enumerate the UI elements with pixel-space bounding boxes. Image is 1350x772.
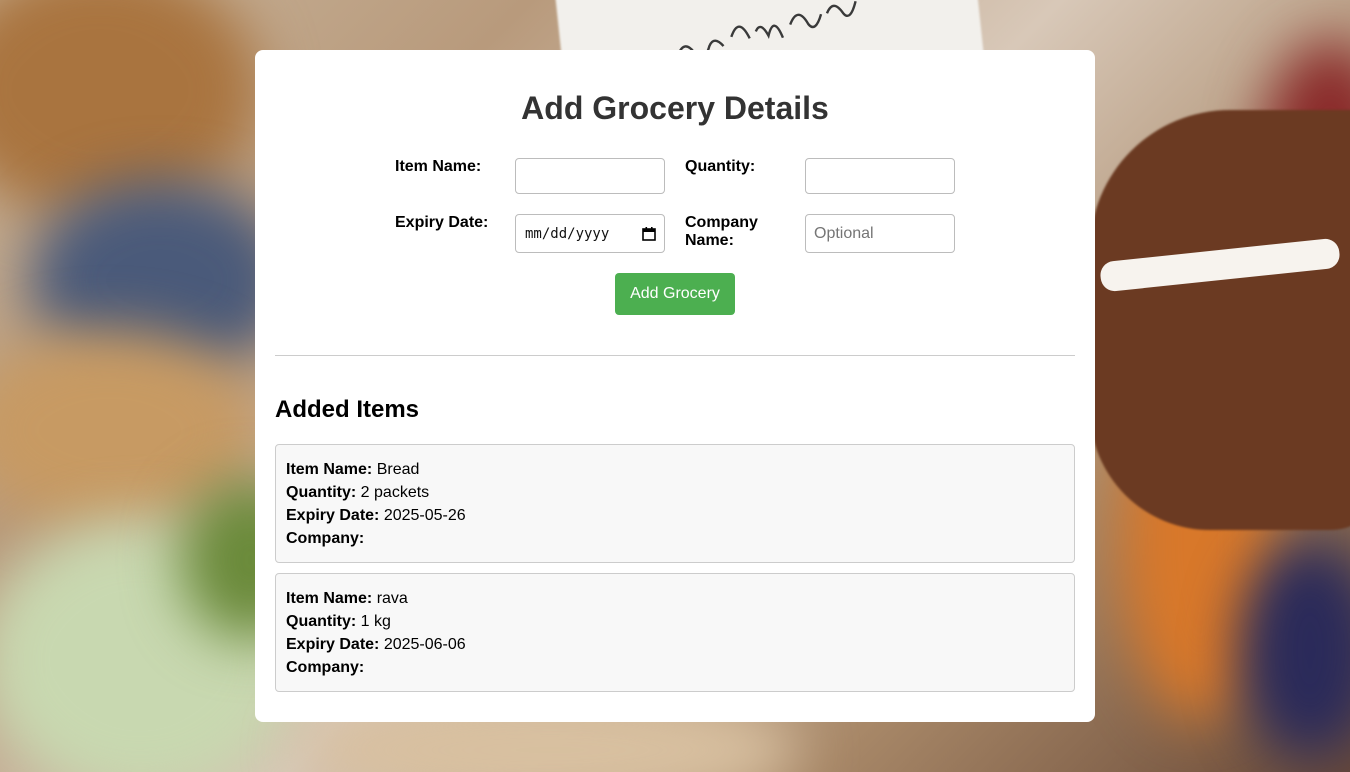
expiry-date-placeholder: mm/dd/yyyy	[525, 225, 610, 242]
grocery-card: Add Grocery Details Item Name: Quantity:…	[255, 50, 1095, 722]
item-name-value: rava	[376, 590, 408, 607]
expiry-date-value: 2025-06-06	[383, 636, 466, 653]
quantity-label: Quantity:	[685, 158, 756, 175]
grocery-form: Item Name: Quantity: Expiry Date: mm/dd/…	[255, 50, 1095, 350]
company-name-input[interactable]	[805, 214, 955, 253]
quantity-key: Quantity:	[286, 484, 357, 501]
quantity-key: Quantity:	[286, 613, 357, 630]
added-items-heading: Added Items	[275, 396, 420, 423]
hand-photo-element	[1090, 110, 1350, 530]
calendar-icon[interactable]	[642, 226, 656, 241]
company-key: Company:	[286, 659, 365, 676]
quantity-value: 2 packets	[360, 484, 430, 501]
item-name-value: Bread	[376, 461, 420, 478]
company-name-label-line1: Company	[685, 214, 758, 231]
list-item: Item Name: rava Quantity: 1 kg Expiry Da…	[275, 573, 1075, 692]
expiry-date-key: Expiry Date:	[286, 507, 380, 524]
company-name-label: Company Name:	[685, 214, 758, 250]
company-key: Company:	[286, 530, 365, 547]
item-name-label: Item Name:	[395, 158, 482, 175]
expiry-date-value: 2025-05-26	[383, 507, 466, 524]
expiry-date-key: Expiry Date:	[286, 636, 380, 653]
company-name-label-line2: Name:	[685, 232, 734, 249]
expiry-date-label: Expiry Date:	[395, 214, 489, 231]
quantity-value: 1 kg	[360, 613, 391, 630]
quantity-input[interactable]	[805, 158, 955, 194]
item-name-key: Item Name:	[286, 461, 373, 478]
item-name-key: Item Name:	[286, 590, 373, 607]
expiry-date-input[interactable]: mm/dd/yyyy	[515, 214, 665, 253]
add-grocery-button[interactable]: Add Grocery	[615, 273, 735, 315]
list-item: Item Name: Bread Quantity: 2 packets Exp…	[275, 444, 1075, 563]
section-divider	[275, 355, 1075, 356]
item-name-input[interactable]	[515, 158, 665, 194]
